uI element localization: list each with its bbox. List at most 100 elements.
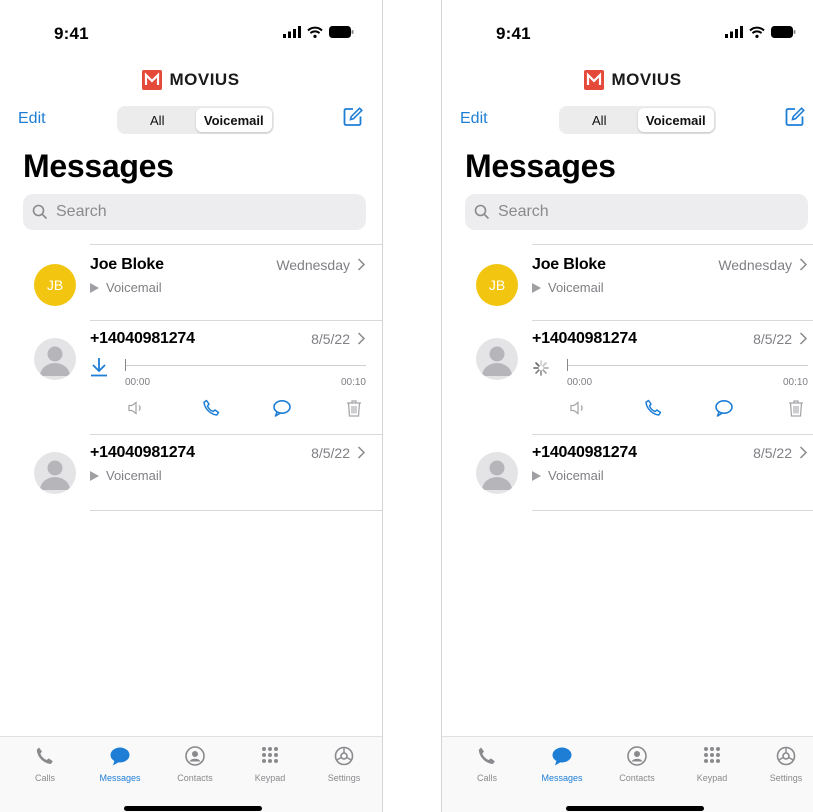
tab-label: Contacts <box>619 773 655 783</box>
trash-icon[interactable] <box>786 398 806 418</box>
segmented-filter: All Voicemail <box>117 106 274 134</box>
tab-label: Keypad <box>254 773 286 783</box>
contact-name: +14040981274 <box>532 330 637 347</box>
tab-calls[interactable]: Calls <box>15 745 75 783</box>
start-time: 00:00 <box>567 377 593 388</box>
tab-calls[interactable]: Calls <box>457 745 517 783</box>
progress-track[interactable] <box>126 365 366 366</box>
search-input[interactable] <box>496 202 760 222</box>
trash-icon[interactable] <box>344 398 364 418</box>
loading-spinner-icon <box>533 360 549 376</box>
signal-icon <box>725 26 743 38</box>
wifi-icon <box>307 26 323 38</box>
tab-settings[interactable]: Settings <box>756 745 813 783</box>
chat-bubble-icon[interactable] <box>272 398 292 418</box>
status-bar: 9:41 <box>442 0 813 50</box>
call-back-icon[interactable] <box>643 398 663 418</box>
wifi-icon <box>749 26 765 38</box>
segment-all[interactable]: All <box>561 108 638 132</box>
list-item[interactable]: +14040981274 8/5/22 Voicemail <box>0 435 382 510</box>
speaker-icon[interactable] <box>126 398 146 418</box>
avatar <box>34 452 76 494</box>
subtitle-text: Voicemail <box>106 280 162 295</box>
tab-contacts[interactable]: Contacts <box>165 745 225 783</box>
segment-all[interactable]: All <box>119 108 196 132</box>
avatar <box>476 452 518 494</box>
segment-voicemail[interactable]: Voicemail <box>637 108 714 132</box>
contact-name: +14040981274 <box>90 444 195 461</box>
voicemail-actions <box>90 398 366 420</box>
message-date: 8/5/22 <box>753 331 792 347</box>
tab-messages[interactable]: Messages <box>532 745 592 783</box>
tab-keypad[interactable]: Keypad <box>240 745 300 783</box>
search-bar[interactable] <box>465 194 808 230</box>
status-time: 9:41 <box>54 24 89 43</box>
tab-contacts[interactable]: Contacts <box>607 745 667 783</box>
brand-name: MOVIUS <box>611 70 682 89</box>
status-icons <box>283 26 354 38</box>
settings-icon <box>334 746 354 766</box>
edit-button[interactable]: Edit <box>18 110 46 128</box>
chat-bubble-icon <box>552 747 572 766</box>
brand-logo: MOVIUS <box>442 70 813 90</box>
keypad-icon <box>262 747 278 763</box>
chat-bubble-icon <box>110 747 130 766</box>
speaker-icon[interactable] <box>568 398 588 418</box>
avatar-initials: JB <box>46 277 64 293</box>
subtitle-text: Voicemail <box>548 468 604 483</box>
phone-screen-left: 9:41 MOVIUS Edit All Voicemail Messages … <box>0 0 383 812</box>
segment-voicemail[interactable]: Voicemail <box>195 108 272 132</box>
list-item[interactable]: JB Joe Bloke Wednesday Voicemail <box>442 245 813 320</box>
tab-label: Calls <box>34 773 55 783</box>
compose-icon[interactable] <box>784 106 806 128</box>
brand-logo: MOVIUS <box>0 70 382 90</box>
home-indicator <box>124 806 262 811</box>
message-date: 8/5/22 <box>311 445 350 461</box>
edit-button[interactable]: Edit <box>460 110 488 128</box>
list-item[interactable]: +14040981274 8/5/22 Voicemail <box>442 435 813 510</box>
tab-label: Settings <box>769 773 803 783</box>
chat-bubble-icon[interactable] <box>714 398 734 418</box>
subtitle-text: Voicemail <box>106 468 162 483</box>
status-bar: 9:41 <box>0 0 382 50</box>
search-input[interactable] <box>54 202 318 222</box>
play-icon <box>532 470 541 481</box>
contact-name: +14040981274 <box>90 330 195 347</box>
chevron-right-icon <box>357 446 366 459</box>
tab-messages[interactable]: Messages <box>90 745 150 783</box>
voicemail-player: 00:00 00:10 <box>90 357 366 389</box>
settings-icon <box>776 746 796 766</box>
phone-screen-right: 9:41 MOVIUS Edit All Voicemail Messages … <box>441 0 813 812</box>
chevron-right-icon <box>799 332 808 345</box>
play-icon <box>532 282 541 293</box>
download-icon[interactable] <box>90 357 108 377</box>
battery-icon <box>329 26 354 38</box>
avatar <box>476 338 518 380</box>
movius-logo-icon <box>584 70 605 90</box>
battery-icon <box>771 26 796 38</box>
phone-icon <box>36 747 53 764</box>
avatar <box>34 338 76 380</box>
list-item[interactable]: JB Joe Bloke Wednesday Voicemail <box>0 245 382 320</box>
list-item-expanded[interactable]: +14040981274 8/5/22 00:00 00:10 <box>0 321 382 434</box>
segmented-filter: All Voicemail <box>559 106 716 134</box>
search-bar[interactable] <box>23 194 366 230</box>
tab-settings[interactable]: Settings <box>314 745 374 783</box>
tab-bar: Calls Messages Contacts Keypad Settings <box>442 736 813 812</box>
page-title: Messages <box>465 148 616 184</box>
progress-track[interactable] <box>568 365 808 366</box>
signal-icon <box>283 26 301 38</box>
play-icon <box>90 282 99 293</box>
compose-icon[interactable] <box>342 106 364 128</box>
tab-label: Contacts <box>177 773 213 783</box>
start-time: 00:00 <box>125 377 151 388</box>
brand-name: MOVIUS <box>169 70 240 89</box>
tab-bar: Calls Messages Contacts Keypad Settings <box>0 736 382 812</box>
status-icons <box>725 26 796 38</box>
list-item-expanded[interactable]: +14040981274 8/5/22 00:00 00:10 <box>442 321 813 434</box>
contact-name: +14040981274 <box>532 444 637 461</box>
phone-icon <box>478 747 495 764</box>
tab-keypad[interactable]: Keypad <box>682 745 742 783</box>
page-title: Messages <box>23 148 174 184</box>
call-back-icon[interactable] <box>201 398 221 418</box>
